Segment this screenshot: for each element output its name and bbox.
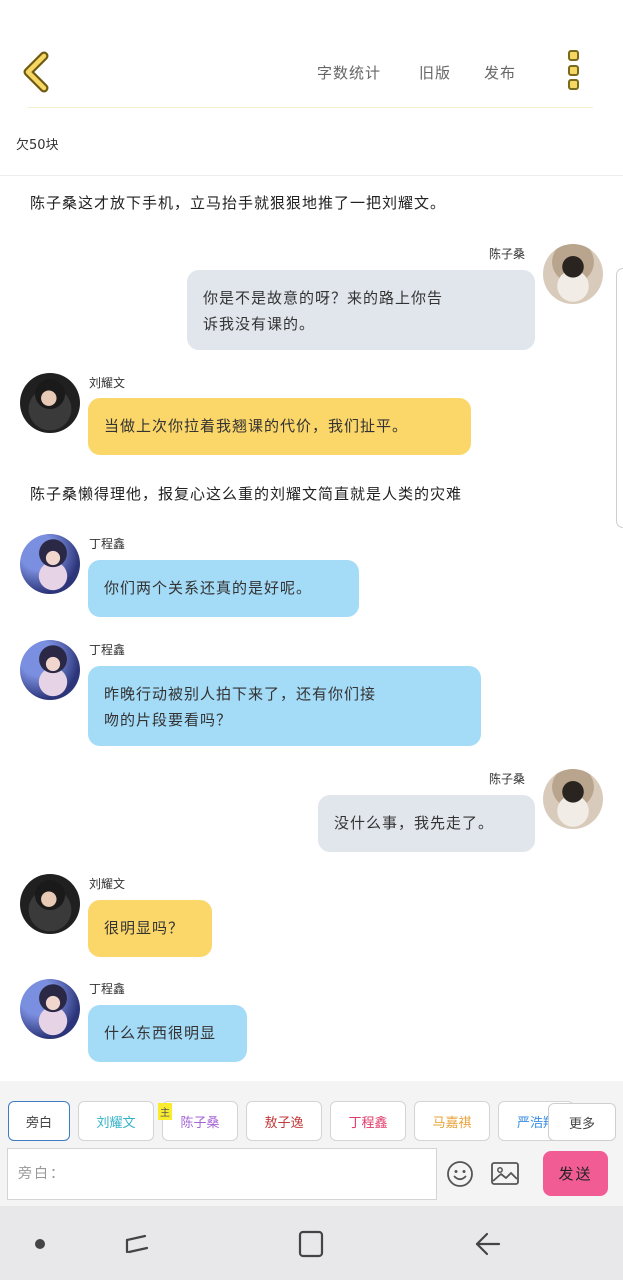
more-dot <box>567 50 579 61</box>
message-text: 很明显吗？ <box>104 919 185 937</box>
old-version-link[interactable]: 旧版 <box>419 62 451 83</box>
role-chip-main[interactable]: 陈子桑 <box>162 1101 238 1141</box>
sender-name: 刘耀文 <box>89 877 126 891</box>
avatar[interactable] <box>543 244 603 304</box>
avatar[interactable] <box>20 534 80 594</box>
more-vertical-icon[interactable] <box>562 50 584 96</box>
avatar[interactable] <box>543 769 603 829</box>
message-bubble[interactable]: 当做上次你拉着我翘课的代价，我们扯平。 <box>88 398 471 455</box>
role-chip[interactable]: 敖子逸 <box>246 1101 322 1141</box>
word-count-link[interactable]: 字数统计 <box>317 62 381 83</box>
home-icon[interactable] <box>297 1229 325 1259</box>
sender-name: 丁程鑫 <box>89 982 126 996</box>
nav-dot-icon[interactable] <box>35 1239 45 1249</box>
chat-area[interactable]: 陈子桑这才放下手机，立马抬手就狠狠地推了一把刘耀文。 陈子桑 你是不是故意的呀？… <box>0 176 623 1081</box>
message-text: 当做上次你拉着我翘课的代价，我们扯平。 <box>104 417 409 435</box>
message-text: 什么东西很明显 <box>104 1024 217 1042</box>
smiley-icon[interactable] <box>446 1160 474 1188</box>
more-roles-button[interactable]: 更多 <box>548 1103 616 1141</box>
avatar[interactable] <box>20 874 80 934</box>
main-role-badge: 主 <box>158 1103 172 1120</box>
narration-text: 陈子桑这才放下手机，立马抬手就狠狠地推了一把刘耀文。 <box>30 194 447 212</box>
send-button[interactable]: 发送 <box>543 1151 608 1196</box>
avatar[interactable] <box>20 640 80 700</box>
message-bubble[interactable]: 昨晚行动被别人拍下来了，还有你们接 吻的片段要看吗？ <box>88 666 481 746</box>
more-dot <box>567 79 579 90</box>
message-line: 昨晚行动被别人拍下来了，还有你们接 <box>104 685 377 703</box>
message-bubble[interactable]: 很明显吗？ <box>88 900 212 957</box>
sender-name: 丁程鑫 <box>89 537 126 551</box>
message-line: 你是不是故意的呀？来的路上你告 <box>203 289 444 307</box>
back-nav-icon[interactable] <box>472 1229 502 1259</box>
role-chip[interactable]: 丁程鑫 <box>330 1101 406 1141</box>
avatar[interactable] <box>20 979 80 1039</box>
image-icon[interactable] <box>490 1160 520 1188</box>
sender-name: 陈子桑 <box>489 247 526 261</box>
message-bubble[interactable]: 没什么事，我先走了。 <box>318 795 535 852</box>
message-line: 吻的片段要看吗？ <box>104 711 233 729</box>
role-chip[interactable]: 刘耀文 <box>78 1101 154 1141</box>
role-chip-narrator[interactable]: 旁白 <box>8 1101 70 1141</box>
message-bubble[interactable]: 你是不是故意的呀？来的路上你告 诉我没有课的。 <box>187 270 535 350</box>
narration-text: 陈子桑懒得理他，报复心这么重的刘耀文简直就是人类的灾难 <box>30 485 463 503</box>
header-divider <box>28 107 593 108</box>
message-input[interactable] <box>7 1148 437 1200</box>
message-bubble[interactable]: 你们两个关系还真的是好呢。 <box>88 560 359 617</box>
message-text: 没什么事，我先走了。 <box>334 814 495 832</box>
sender-name: 丁程鑫 <box>89 643 126 657</box>
back-chevron-icon[interactable] <box>18 50 58 94</box>
avatar[interactable] <box>20 373 80 433</box>
sender-name: 陈子桑 <box>489 772 526 786</box>
role-chip[interactable]: 马嘉祺 <box>414 1101 490 1141</box>
message-bubble[interactable]: 什么东西很明显 <box>88 1005 247 1062</box>
sender-name: 刘耀文 <box>89 376 126 390</box>
message-line: 诉我没有课的。 <box>203 315 316 333</box>
more-dot <box>567 64 579 76</box>
recent-apps-icon[interactable] <box>122 1230 152 1258</box>
edge-panel-handle[interactable] <box>616 268 623 528</box>
top-bar: 字数统计 旧版 发布 <box>0 0 623 110</box>
story-subtitle: 欠50块 <box>16 138 59 153</box>
message-text: 你们两个关系还真的是好呢。 <box>104 579 313 597</box>
publish-link[interactable]: 发布 <box>484 62 516 83</box>
